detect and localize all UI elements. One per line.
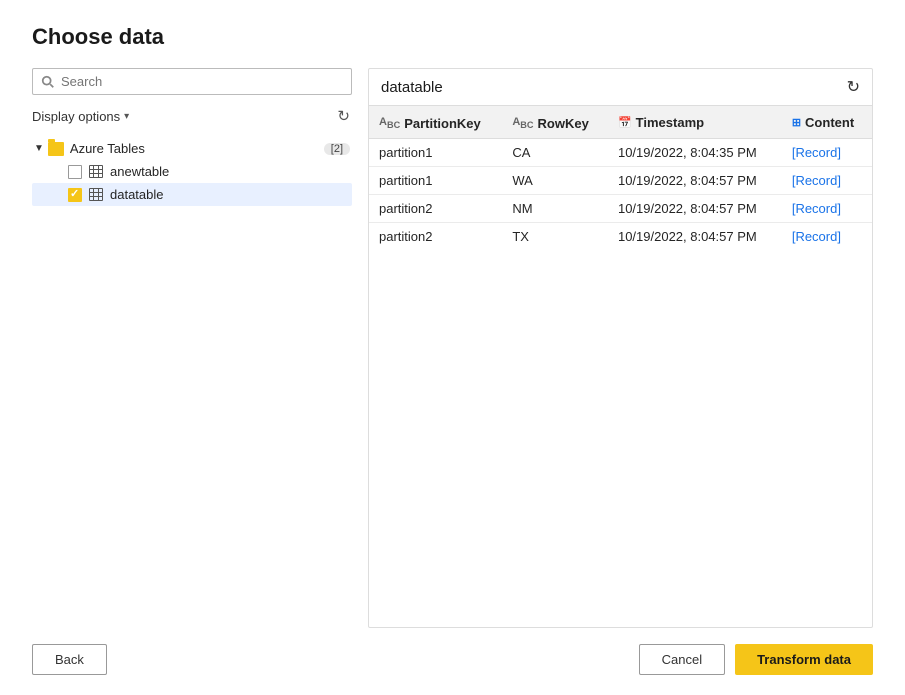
table-row: partition1CA10/19/2022, 8:04:35 PM [Recor… xyxy=(369,138,872,166)
display-options-row: Display options ▾ ↻ xyxy=(32,103,352,133)
table-cell-content: [Record] xyxy=(782,166,872,194)
search-input[interactable] xyxy=(61,74,343,89)
record-link[interactable]: [Record] xyxy=(792,201,841,216)
table-row: partition2NM10/19/2022, 8:04:57 PM [Recor… xyxy=(369,194,872,222)
table-icon xyxy=(88,188,104,202)
table-cell-rowkey: TX xyxy=(502,222,608,250)
right-panel: datatable ↻ ABC PartitionKey xyxy=(368,68,873,628)
footer-right: Cancel Transform data xyxy=(639,644,873,675)
folder-name: Azure Tables xyxy=(70,141,320,156)
table-cell-content: [Record] xyxy=(782,222,872,250)
table-row: partition1WA10/19/2022, 8:04:57 PM [Recor… xyxy=(369,166,872,194)
table-cell-rowkey: CA xyxy=(502,138,608,166)
record-link[interactable]: [Record] xyxy=(792,145,841,160)
list-item[interactable]: anewtable xyxy=(32,160,352,183)
table-icon xyxy=(88,165,104,179)
table-cell-rowkey: NM xyxy=(502,194,608,222)
chevron-down-icon: ▾ xyxy=(124,111,129,122)
datatable-checkbox[interactable] xyxy=(68,188,82,202)
table-cell-content: [Record] xyxy=(782,194,872,222)
abc-icon-rowkey: ABC xyxy=(512,116,533,130)
table-scroll[interactable]: ABC PartitionKey ABC RowKey xyxy=(369,106,872,627)
right-header: datatable ↻ xyxy=(369,69,872,106)
footer: Back Cancel Transform data xyxy=(32,628,873,675)
list-item[interactable]: datatable xyxy=(32,183,352,206)
table-header-row: ABC PartitionKey ABC RowKey xyxy=(369,106,872,138)
refresh-button[interactable]: ↻ xyxy=(335,105,352,127)
anewtable-checkbox[interactable] xyxy=(68,165,82,179)
table-cell-rowkey: WA xyxy=(502,166,608,194)
tree-area: ▼ Azure Tables [2] anewtable xyxy=(32,137,352,628)
back-button[interactable]: Back xyxy=(32,644,107,675)
right-panel-title: datatable xyxy=(381,79,443,96)
col-header-rowkey: ABC RowKey xyxy=(502,106,608,138)
search-box xyxy=(32,68,352,95)
display-options-toggle[interactable]: Display options ▾ xyxy=(32,109,129,124)
left-panel: Display options ▾ ↻ ▼ Azure Tables [2] xyxy=(32,68,352,628)
table-cell-partitionkey: partition1 xyxy=(369,138,502,166)
cancel-button[interactable]: Cancel xyxy=(639,644,725,675)
table-cell-timestamp: 10/19/2022, 8:04:35 PM xyxy=(608,138,782,166)
table-cell-timestamp: 10/19/2022, 8:04:57 PM xyxy=(608,194,782,222)
table-cell-timestamp: 10/19/2022, 8:04:57 PM xyxy=(608,166,782,194)
table-cell-partitionkey: partition2 xyxy=(369,194,502,222)
col-header-content: ⊞ Content xyxy=(782,106,872,138)
display-options-label: Display options xyxy=(32,109,120,124)
folder-count-badge: [2] xyxy=(324,143,350,155)
table-cell-partitionkey: partition1 xyxy=(369,166,502,194)
datatable-label: datatable xyxy=(110,187,164,202)
abc-icon-partitionkey: ABC xyxy=(379,116,400,130)
table-row: partition2TX10/19/2022, 8:04:57 PM [Recor… xyxy=(369,222,872,250)
grid-icon-content: ⊞ xyxy=(792,116,801,129)
table-cell-content: [Record] xyxy=(782,138,872,166)
table-cell-partitionkey: partition2 xyxy=(369,222,502,250)
right-refresh-button[interactable]: ↻ xyxy=(847,77,860,97)
calendar-icon-timestamp: 📅 xyxy=(618,116,632,129)
tree-folder-row[interactable]: ▼ Azure Tables [2] xyxy=(32,137,352,160)
record-link[interactable]: [Record] xyxy=(792,173,841,188)
anewtable-label: anewtable xyxy=(110,164,169,179)
tree-collapse-arrow: ▼ xyxy=(34,143,44,154)
folder-icon xyxy=(48,142,64,156)
table-cell-timestamp: 10/19/2022, 8:04:57 PM xyxy=(608,222,782,250)
record-link[interactable]: [Record] xyxy=(792,229,841,244)
col-header-timestamp: 📅 Timestamp xyxy=(608,106,782,138)
data-table: ABC PartitionKey ABC RowKey xyxy=(369,106,872,250)
col-header-partitionkey: ABC PartitionKey xyxy=(369,106,502,138)
transform-data-button[interactable]: Transform data xyxy=(735,644,873,675)
page-title: Choose data xyxy=(32,24,873,50)
search-icon xyxy=(41,75,55,89)
